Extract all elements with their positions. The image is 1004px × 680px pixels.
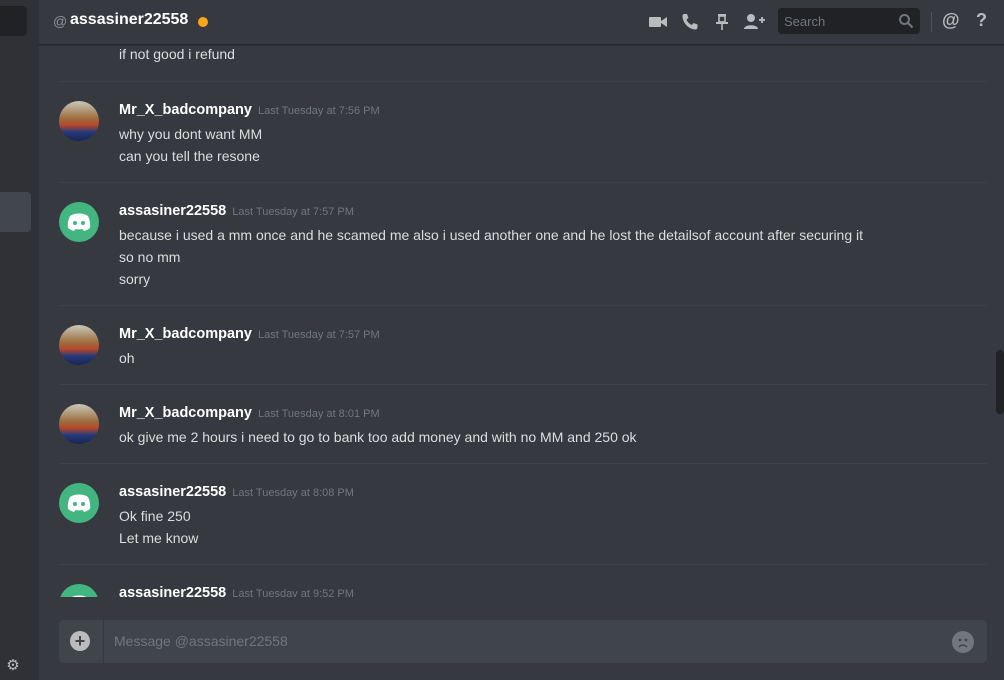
search-icon [898,13,914,29]
add-friend-icon[interactable] [743,12,765,32]
discord-logo-icon [71,595,87,597]
message-text: Ok fine 250 [119,508,191,524]
message-timestamp: Last Tuesday at 7:57 PM [232,206,354,218]
message-text: because i used a mm once and he scamed m… [119,227,864,243]
message-scrollbar[interactable] [996,45,1004,597]
composer-divider [103,620,104,663]
emoji-picker-icon[interactable] [952,631,974,653]
avatar[interactable] [59,202,99,242]
search-placeholder: Search [784,14,826,29]
server-sidebar: ⚙ [0,0,39,680]
channel-name: assasiner22558 [70,11,189,28]
video-call-icon[interactable] [648,12,668,32]
message-author[interactable]: assasiner22558 Last Tuesday at 7:57 PM [119,203,354,219]
message-group: Mr_X_badcompany Last Tuesday at 7:56 PM w… [59,81,987,183]
settings-gear-icon[interactable]: ⚙ [5,658,21,674]
discord-logo-icon [67,494,91,512]
pin-icon[interactable] [712,12,732,32]
channel-header: @ assasiner22558 Search @ ? [39,0,1004,45]
avatar[interactable] [59,404,99,444]
message-timestamp: Last Tuesday at 8:08 PM [232,487,354,499]
message-group: assasiner22558 Last Tuesday at 8:08 PM Ok… [59,463,987,565]
avatar[interactable] [59,483,99,523]
attach-file-button[interactable]: + [70,631,90,651]
avatar[interactable] [59,101,99,141]
message-text: why you dont want MM [119,126,263,142]
avatar[interactable] [59,584,99,597]
header-divider [931,12,932,32]
mentions-button[interactable]: @ [942,10,960,31]
selected-dm-item[interactable] [0,192,31,232]
message-author[interactable]: Mr_X_badcompany Last Tuesday at 7:56 PM [119,102,380,118]
message-author[interactable]: Mr_X_badcompany Last Tuesday at 8:01 PM [119,405,380,421]
dm-at-icon: @ [53,13,68,29]
message-list[interactable]: if not good i refund Mr_X_badcompany Last… [39,45,996,597]
status-idle-icon [198,17,208,27]
message-input[interactable]: Message @assasiner22558 [114,633,288,649]
voice-call-icon[interactable] [680,12,700,32]
search-input[interactable]: Search [778,8,920,34]
message-timestamp: Last Tuesday at 7:56 PM [257,105,380,117]
message-author[interactable]: Mr_X_badcompany Last Tuesday at 7:57 PM [119,326,380,342]
message-group: if not good i refund [59,45,987,81]
message-group: Mr_X_badcompany Last Tuesday at 8:01 PM o… [59,384,987,464]
message-group: assasiner22558 Last Tuesday at 7:57 PM be… [59,182,987,306]
message-text: can you tell the resone [119,148,260,164]
message-text: ok give me 2 hours i need to go to bank … [119,429,637,445]
message-group: Mr_X_badcompany Last Tuesday at 7:57 PM o… [59,305,987,385]
message-text: if not good i refund [119,46,235,62]
message-text: so no mm [119,249,181,265]
message-author[interactable]: assasiner22558 Last Tuesday at 8:08 PM [119,484,354,500]
message-text: oh [119,350,135,366]
help-button[interactable]: ? [976,10,987,31]
message-composer: + Message @assasiner22558 [59,620,987,663]
server-icon-home[interactable] [0,6,27,36]
message-timestamp: Last Tuesday at 9:52 PM [232,588,354,597]
message-text: Let me know [119,530,199,546]
message-text: sorry [119,271,151,287]
message-author[interactable]: assasiner22558 Last Tuesday at 9:52 PM [119,585,354,597]
discord-logo-icon [67,213,91,231]
message-timestamp: Last Tuesday at 8:01 PM [257,408,380,420]
message-group: assasiner22558 Last Tuesday at 9:52 PM [59,564,987,597]
message-timestamp: Last Tuesday at 7:57 PM [257,329,380,341]
avatar[interactable] [59,325,99,365]
scrollbar-thumb[interactable] [996,350,1004,414]
